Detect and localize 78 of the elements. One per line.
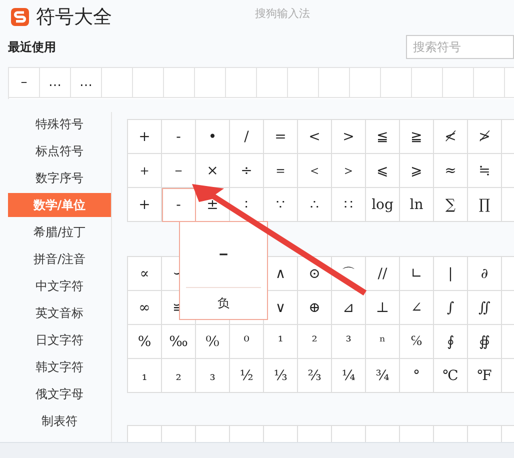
symbol-cell[interactable]: ＝ — [264, 154, 298, 188]
symbol-cell[interactable]: ∑ — [434, 188, 468, 222]
symbol-cell[interactable]: ₃ — [196, 359, 230, 393]
symbol-cell[interactable]: ∷ — [332, 188, 366, 222]
symbol-cell[interactable]: ⊥ — [366, 291, 400, 325]
symbol-cell[interactable]: ＜ — [298, 154, 332, 188]
symbol-cell[interactable]: ÷ — [230, 154, 264, 188]
symbol-cell[interactable]: ∯ — [468, 325, 502, 359]
symbol-cell[interactable]: ⩽ — [366, 154, 400, 188]
symbol-cell[interactable]: ¼ — [332, 359, 366, 393]
symbol-cell[interactable]: ≯ — [468, 120, 502, 154]
symbol-cell[interactable]: ⁰ — [230, 325, 264, 359]
category-item[interactable]: 中文字符 — [8, 274, 111, 298]
symbol-cell[interactable]: | — [434, 257, 468, 291]
symbol-cell[interactable]: ∝ — [128, 257, 162, 291]
symbol-cell[interactable]: ∠ — [400, 291, 434, 325]
category-item[interactable]: 制表符 — [8, 409, 111, 433]
symbol-cell[interactable]: ≧ — [400, 120, 434, 154]
symbol-cell[interactable]: ¹ — [264, 325, 298, 359]
symbol-cell[interactable]: ln — [400, 188, 434, 222]
app-name: 搜狗输入法 — [255, 6, 310, 21]
symbol-cell[interactable]: ℉ — [468, 359, 502, 393]
section-title: 最近使用 — [8, 38, 56, 56]
symbol-cell[interactable]: ＋ — [128, 154, 162, 188]
symbol-cell[interactable]: ⁿ — [366, 325, 400, 359]
symbol-cell[interactable]: ₁ — [128, 359, 162, 393]
symbol-cell[interactable]: ∞ — [128, 291, 162, 325]
symbol-cell[interactable]: ² — [298, 325, 332, 359]
symbol-cell[interactable]: ¾ — [366, 359, 400, 393]
symbol-cell[interactable]: ³ — [332, 325, 366, 359]
category-item[interactable]: 数字序号 — [8, 166, 111, 190]
symbol-cell[interactable]: ⁰⁄₀ — [196, 325, 230, 359]
symbol-cell[interactable]: = — [264, 120, 298, 154]
popup-symbol: － — [216, 243, 232, 266]
symbol-cell[interactable]: ⊕ — [298, 291, 332, 325]
symbol-cell[interactable]: < — [298, 120, 332, 154]
window-title: 符号大全 — [36, 4, 112, 30]
symbol-cell[interactable]: ℅ — [400, 325, 434, 359]
symbol-cell[interactable]: + — [128, 120, 162, 154]
category-item[interactable]: 韩文字符 — [8, 355, 111, 379]
symbol-cell[interactable]: ≮ — [434, 120, 468, 154]
symbol-cell[interactable]: ∮ — [434, 325, 468, 359]
symbol-cell[interactable]: // — [366, 257, 400, 291]
symbol-cell[interactable]: ° — [400, 359, 434, 393]
category-item[interactable]: 特殊符号 — [8, 112, 111, 136]
category-item[interactable]: 拼音/注音 — [8, 247, 111, 271]
symbol-cell[interactable]: - — [162, 120, 196, 154]
symbol-cell[interactable]: ∫ — [434, 291, 468, 325]
symbol-cell[interactable]: ＞ — [332, 154, 366, 188]
symbol-cell[interactable]: ⩾ — [400, 154, 434, 188]
symbol-cell[interactable]: ≒ — [468, 154, 502, 188]
symbol-cell[interactable]: > — [332, 120, 366, 154]
symbol-cell[interactable]: ½ — [230, 359, 264, 393]
category-item[interactable]: 日文字符 — [8, 328, 111, 352]
symbol-cell[interactable]: + — [128, 188, 162, 222]
symbol-cell[interactable]: ₂ — [162, 359, 196, 393]
symbol-cell[interactable]: ∬ — [468, 291, 502, 325]
symbol-name: 负 — [218, 295, 230, 312]
symbol-cell[interactable]: ≦ — [366, 120, 400, 154]
symbol-cell[interactable]: ℃ — [434, 359, 468, 393]
logo-icon — [10, 6, 30, 26]
symbol-cell[interactable]: ⅓ — [264, 359, 298, 393]
symbol-cell[interactable]: % — [128, 325, 162, 359]
symbol-cell[interactable]: ∴ — [298, 188, 332, 222]
symbol-cell[interactable]: ‰ — [162, 325, 196, 359]
symbol-cell[interactable]: ⅔ — [298, 359, 332, 393]
symbol-cell[interactable]: ≈ — [434, 154, 468, 188]
symbol-cell[interactable]: ∟ — [400, 257, 434, 291]
symbol-cell[interactable]: • — [196, 120, 230, 154]
category-item[interactable]: 希腊/拉丁 — [8, 220, 111, 244]
symbol-cell[interactable]: log — [366, 188, 400, 222]
search-field[interactable]: 搜索符号 — [406, 35, 514, 59]
category-item[interactable]: 英文音标 — [8, 301, 111, 325]
category-item[interactable]: 标点符号 — [8, 139, 111, 163]
symbol-cell[interactable]: / — [230, 120, 264, 154]
category-item[interactable]: 俄文字母 — [8, 382, 111, 406]
symbol-cell[interactable]: ∏ — [468, 188, 502, 222]
symbol-cell[interactable]: ∂ — [468, 257, 502, 291]
